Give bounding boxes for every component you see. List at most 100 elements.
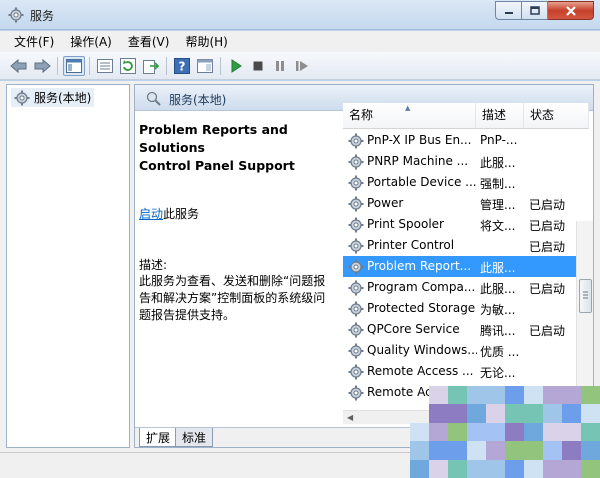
service-name: Power — [367, 196, 404, 210]
service-row[interactable]: Portable Device ... 强制... — [343, 172, 589, 193]
toolbar-separator — [220, 57, 221, 75]
service-status: 已启动 — [529, 324, 566, 338]
mosaic-tile — [467, 404, 486, 423]
column-header-status[interactable]: 状态 — [524, 103, 589, 129]
properties-button[interactable] — [96, 57, 114, 75]
mosaic-tile — [524, 441, 543, 460]
mosaic-tile — [429, 386, 448, 405]
start-service-line: 启动此服务 — [139, 207, 200, 221]
service-row[interactable]: QPCore Service 腾讯... 已启动 — [343, 319, 589, 340]
start-service-button[interactable] — [227, 57, 245, 75]
pause-icon — [276, 61, 284, 71]
grip-icon — [583, 291, 588, 299]
close-button[interactable] — [548, 1, 594, 20]
start-service-link[interactable]: 启动 — [139, 207, 163, 221]
mosaic-tile — [543, 422, 562, 442]
console-tree-button[interactable] — [63, 56, 85, 76]
service-description: 将文... — [480, 219, 516, 233]
help-button[interactable]: ? — [173, 57, 191, 75]
mosaic-tile — [562, 441, 581, 460]
service-row[interactable]: Power 管理... 已启动 — [343, 193, 589, 214]
mosaic-tile — [410, 386, 429, 404]
mosaic-tile — [543, 404, 562, 423]
properties-icon — [97, 59, 113, 73]
service-row[interactable]: Printer Control 已启动 — [343, 235, 589, 256]
minimize-button[interactable] — [495, 1, 522, 20]
mosaic-tile — [562, 404, 581, 423]
service-gear-icon — [348, 322, 364, 338]
tab-standard[interactable]: 标准 — [175, 428, 214, 447]
menu-view[interactable]: 查看(V) — [120, 33, 178, 50]
service-row[interactable]: Quality Windows... 优质 ... — [343, 340, 589, 361]
service-gear-icon — [348, 196, 364, 212]
mosaic-tile — [562, 386, 581, 405]
services-gear-icon — [8, 7, 24, 23]
export-list-button[interactable] — [142, 57, 160, 75]
mosaic-tile — [429, 422, 448, 442]
mosaic-tile — [486, 459, 505, 478]
service-description: 腾讯... — [480, 324, 516, 338]
close-icon — [565, 5, 576, 16]
service-name: Print Spooler — [367, 217, 444, 231]
mosaic-tile — [448, 386, 467, 405]
sort-ascending-icon: ▲ — [405, 104, 411, 112]
service-description: 此服... — [480, 156, 516, 170]
mosaic-tile — [524, 422, 543, 442]
column-header-description[interactable]: 描述 — [476, 103, 524, 129]
maximize-button[interactable] — [522, 1, 548, 20]
service-status: 已启动 — [529, 219, 566, 233]
service-row[interactable]: Protected Storage 为敏... — [343, 298, 589, 319]
service-name: Portable Device ... — [367, 175, 477, 189]
menu-action[interactable]: 操作(A) — [62, 33, 120, 50]
pause-service-button[interactable] — [271, 57, 289, 75]
back-button[interactable] — [10, 57, 28, 75]
back-arrow-icon — [10, 58, 27, 74]
refresh-button[interactable] — [119, 57, 137, 75]
view-button[interactable] — [196, 57, 214, 75]
service-row[interactable]: Print Spooler 将文... 已启动 — [343, 214, 589, 235]
minimize-icon — [504, 11, 513, 14]
service-row[interactable]: Problem Report... 此服... — [343, 256, 589, 277]
restart-service-button[interactable] — [293, 57, 311, 75]
mosaic-tile — [448, 441, 467, 460]
service-detail: Problem Reports and Solutions Control Pa… — [139, 121, 339, 324]
service-gear-icon — [348, 385, 364, 401]
service-name: PNRP Machine ... — [367, 154, 469, 168]
menu-bar: 文件(F) 操作(A) 查看(V) 帮助(H) — [0, 31, 600, 52]
forward-button[interactable] — [33, 57, 51, 75]
description-text: 此服务为查看、发送和删除“问题报告和解决方案”控制面板的系统级问题报告提供支持。 — [139, 274, 326, 322]
mosaic-tile — [581, 404, 600, 423]
mosaic-tile — [486, 404, 505, 423]
tree-item-services-local[interactable]: 服务(本地) — [11, 88, 95, 107]
mosaic-tile — [429, 404, 448, 423]
scrollbar-thumb[interactable] — [579, 279, 592, 313]
help-icon: ? — [174, 58, 190, 74]
service-description: 强制... — [480, 177, 516, 191]
service-row[interactable]: PnP-X IP Bus En... PnP-... — [343, 130, 589, 151]
service-status: 已启动 — [529, 240, 566, 254]
toolbar: ? — [0, 52, 600, 80]
service-description: 此服... — [480, 282, 516, 296]
mosaic-tile — [524, 404, 543, 423]
tab-extended[interactable]: 扩展 — [139, 428, 178, 447]
mosaic-tile — [448, 404, 467, 423]
mosaic-tile — [410, 459, 429, 478]
service-gear-icon — [348, 280, 364, 296]
menu-help[interactable]: 帮助(H) — [177, 33, 235, 50]
column-header-name[interactable]: 名称 ▲ — [343, 103, 476, 129]
mosaic-tile — [562, 422, 581, 442]
selected-service-title: Problem Reports and Solutions Control Pa… — [139, 122, 295, 173]
toolbar-separator — [57, 57, 58, 75]
scroll-left-icon[interactable]: ◀ — [347, 413, 353, 422]
menu-file[interactable]: 文件(F) — [6, 33, 62, 50]
pixelated-overlay — [410, 386, 600, 478]
service-row[interactable]: Program Compa... 此服... 已启动 — [343, 277, 589, 298]
stop-service-button[interactable] — [249, 57, 267, 75]
forward-arrow-icon — [34, 58, 51, 74]
service-row[interactable]: Remote Access ... 无论... — [343, 361, 589, 382]
service-gear-icon — [348, 238, 364, 254]
service-row[interactable]: PNRP Machine ... 此服... — [343, 151, 589, 172]
mosaic-tile — [524, 459, 543, 478]
tree-item-label: 服务(本地) — [34, 91, 92, 105]
service-gear-icon — [348, 364, 364, 380]
